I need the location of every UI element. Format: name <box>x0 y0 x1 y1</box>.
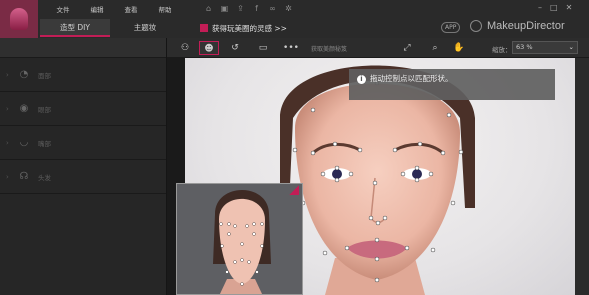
sidebar-item-label: 嘴部 <box>38 139 51 148</box>
zoom-icon[interactable]: ⌕ <box>425 41 445 55</box>
title-bar: 文件 编辑 查看 帮助 ⌂ ▣ ⇪ f ∞ ✲ – □ ✕ 造型 DIY 主题妆… <box>0 0 589 38</box>
promo-link[interactable]: 获得玩美圈的灵感 >> <box>200 23 287 34</box>
menu-help[interactable]: 帮助 <box>148 4 182 14</box>
beauty-tips-link[interactable]: 获取美颜秘笈 <box>311 44 347 53</box>
app-badge[interactable]: APP <box>441 22 461 33</box>
gift-icon <box>200 24 208 32</box>
brand-icon <box>470 20 482 32</box>
app-logo <box>0 0 38 38</box>
menu-bar: 文件 编辑 查看 帮助 <box>46 4 182 14</box>
zoom-value: 63 % <box>516 43 533 51</box>
fit-screen-icon[interactable]: ⤢ <box>397 41 417 55</box>
facebook-icon[interactable]: f <box>251 3 262 14</box>
tab-theme[interactable]: 主题妆 <box>110 19 180 37</box>
close-icon[interactable]: ✕ <box>566 3 573 12</box>
minimize-icon[interactable]: – <box>538 3 542 12</box>
resize-corner-icon[interactable] <box>289 185 299 195</box>
chevron-right-icon: › <box>6 172 9 181</box>
preview-thumbnail[interactable] <box>176 183 303 295</box>
sidebar-item-label: 头发 <box>38 173 51 182</box>
share-icon[interactable]: ⇪ <box>235 3 246 14</box>
mode-tabs: 造型 DIY 主题妆 <box>40 19 180 37</box>
sidebar-item-label: 面部 <box>38 71 51 80</box>
info-icon: i <box>357 75 366 84</box>
sidebar-header <box>0 38 166 58</box>
save-icon[interactable]: ▣ <box>219 3 230 14</box>
dots-icon[interactable]: ••• <box>281 41 301 55</box>
screen-icon[interactable]: ▭ <box>253 41 273 55</box>
sidebar-item-hair[interactable]: › ☊ 头发 <box>0 160 166 194</box>
vertical-scrollbar[interactable] <box>575 58 589 295</box>
zoom-label: 缩放： <box>492 46 512 54</box>
tab-diy[interactable]: 造型 DIY <box>40 19 110 37</box>
home-icon[interactable]: ⌂ <box>203 3 214 14</box>
sidebar-item-eyes[interactable]: › ◉ 眼部 <box>0 92 166 126</box>
sidebar-item-lips[interactable]: › ◡ 嘴部 <box>0 126 166 160</box>
history-icon[interactable]: ↺ <box>225 41 245 55</box>
chevron-down-icon: ⌄ <box>568 43 574 51</box>
settings-icon[interactable]: ✲ <box>283 3 294 14</box>
chevron-right-icon: › <box>6 138 9 147</box>
sidebar-item-face[interactable]: › ◔ 面部 <box>0 58 166 92</box>
eye-icon: ◉ <box>19 102 29 114</box>
face-points-icon[interactable]: ☻ <box>199 41 219 55</box>
menu-edit[interactable]: 编辑 <box>80 4 114 14</box>
tooltip: i 拖动控制点以匹配形状。 <box>349 69 555 100</box>
lips-icon: ◡ <box>19 136 29 148</box>
menu-view[interactable]: 查看 <box>114 4 148 14</box>
pan-hand-icon[interactable]: ✋ <box>449 41 469 55</box>
tooltip-text: 拖动控制点以匹配形状。 <box>370 74 453 83</box>
preview-face-illustration <box>213 190 271 294</box>
maximize-icon[interactable]: □ <box>550 3 558 12</box>
promo-text: 获得玩美圈的灵感 >> <box>212 24 287 33</box>
zoom-select[interactable]: 63 % ⌄ <box>512 41 578 54</box>
hair-icon: ☊ <box>19 170 29 182</box>
brand-name: MakeupDirector <box>487 20 565 32</box>
top-toolbar-icons: ⌂ ▣ ⇪ f ∞ ✲ <box>203 3 294 14</box>
sidebar-item-label: 眼部 <box>38 105 51 114</box>
face-icon: ◔ <box>19 68 29 80</box>
window-controls: – □ ✕ <box>538 3 572 12</box>
menu-file[interactable]: 文件 <box>46 4 80 14</box>
canvas-toolbar: ⚇ ☻ ↺ ▭ ••• 获取美颜秘笈 ⤢ ⌕ ✋ 缩放： 63 % ⌄ <box>167 38 589 58</box>
sidebar: › ◔ 面部 › ◉ 眼部 › ◡ 嘴部 › ☊ 头发 <box>0 38 167 295</box>
chevron-right-icon: › <box>6 104 9 113</box>
chevron-right-icon: › <box>6 70 9 79</box>
share-link-icon[interactable]: ∞ <box>267 3 278 14</box>
compare-icon[interactable]: ⚇ <box>175 41 195 55</box>
